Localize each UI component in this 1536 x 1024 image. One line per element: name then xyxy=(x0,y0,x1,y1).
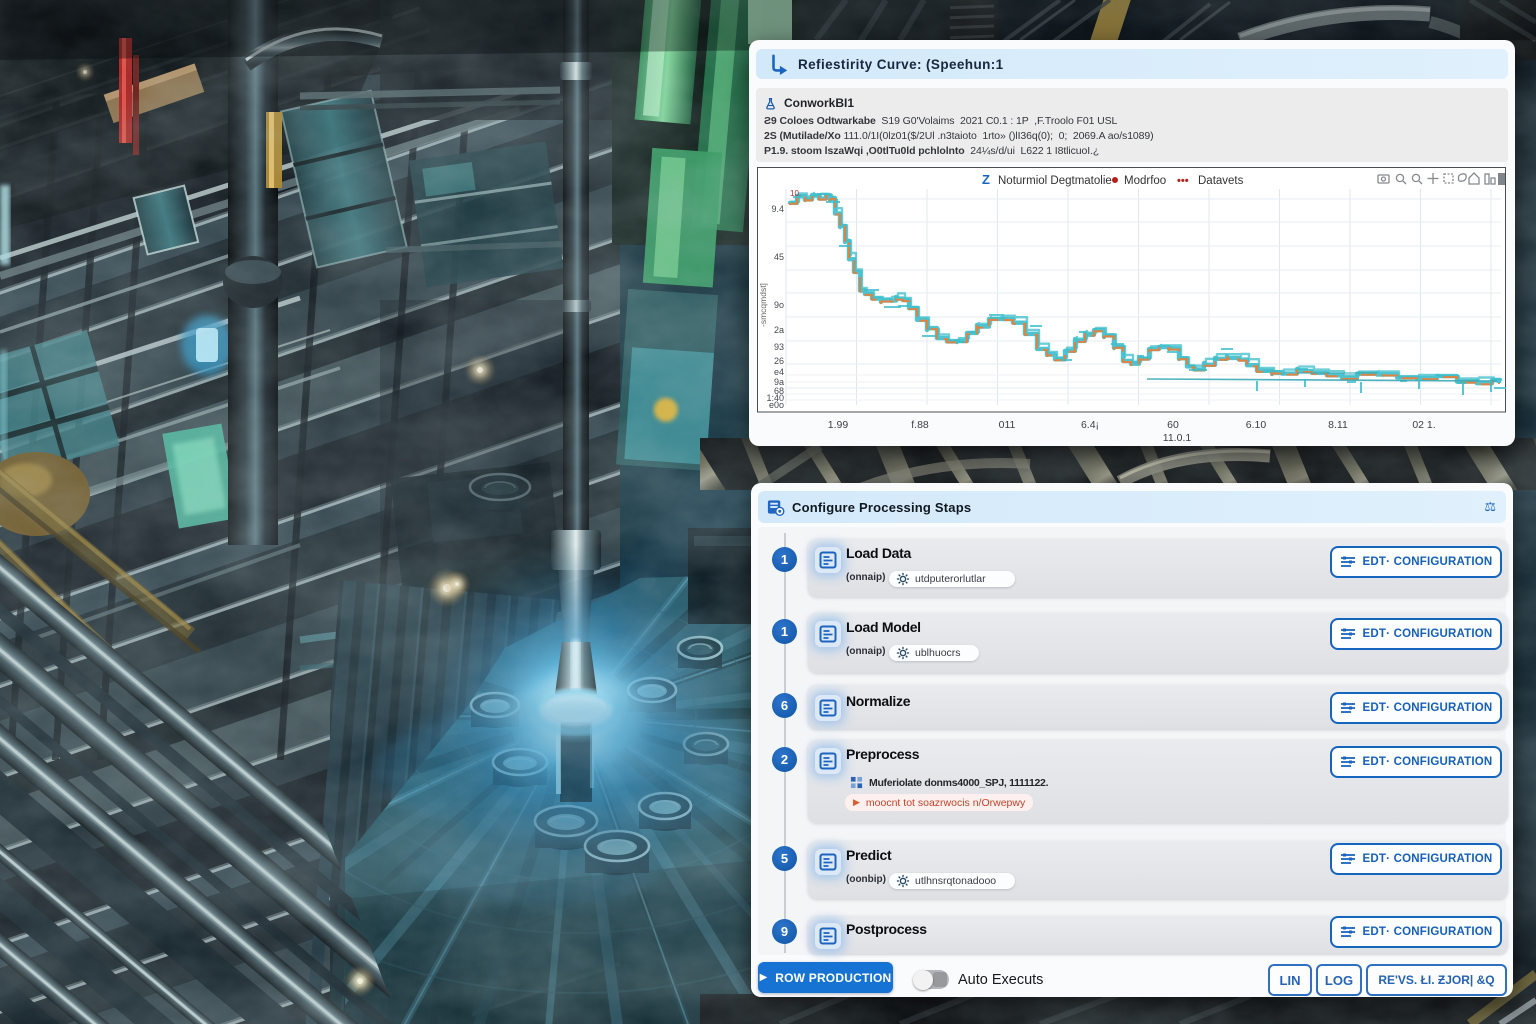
svg-text:45: 45 xyxy=(774,252,784,262)
svg-text:11.0.1: 11.0.1 xyxy=(1163,432,1192,443)
svg-text:f.88: f.88 xyxy=(911,419,929,431)
svg-text:-smcqmdst]: -smcqmdst] xyxy=(758,283,768,327)
svg-text:011: 011 xyxy=(999,419,1016,431)
svg-text:6.10: 6.10 xyxy=(1246,419,1267,431)
svg-text:9.4: 9.4 xyxy=(771,204,784,214)
svg-text:2a: 2a xyxy=(774,325,784,335)
svg-text:Modrfoo: Modrfoo xyxy=(1124,175,1166,187)
svg-text:Z: Z xyxy=(982,172,990,187)
svg-text:26: 26 xyxy=(774,356,784,366)
svg-text:•••: ••• xyxy=(1177,175,1189,187)
svg-text:9o: 9o xyxy=(774,300,784,310)
svg-text:8.11: 8.11 xyxy=(1328,419,1348,431)
svg-text:93: 93 xyxy=(774,342,784,352)
svg-text:60: 60 xyxy=(1167,419,1179,431)
svg-text:1.99: 1.99 xyxy=(828,419,849,431)
svg-text:10.: 10. xyxy=(790,189,801,198)
svg-text:02 1.: 02 1. xyxy=(1412,419,1435,431)
svg-text:e0o: e0o xyxy=(769,400,784,410)
svg-text:Noturmiol Degtmatolie: Noturmiol Degtmatolie xyxy=(998,175,1112,187)
svg-text:6.4¡: 6.4¡ xyxy=(1081,419,1099,431)
svg-text:Datavets: Datavets xyxy=(1198,175,1244,187)
svg-text:e4: e4 xyxy=(774,367,784,377)
